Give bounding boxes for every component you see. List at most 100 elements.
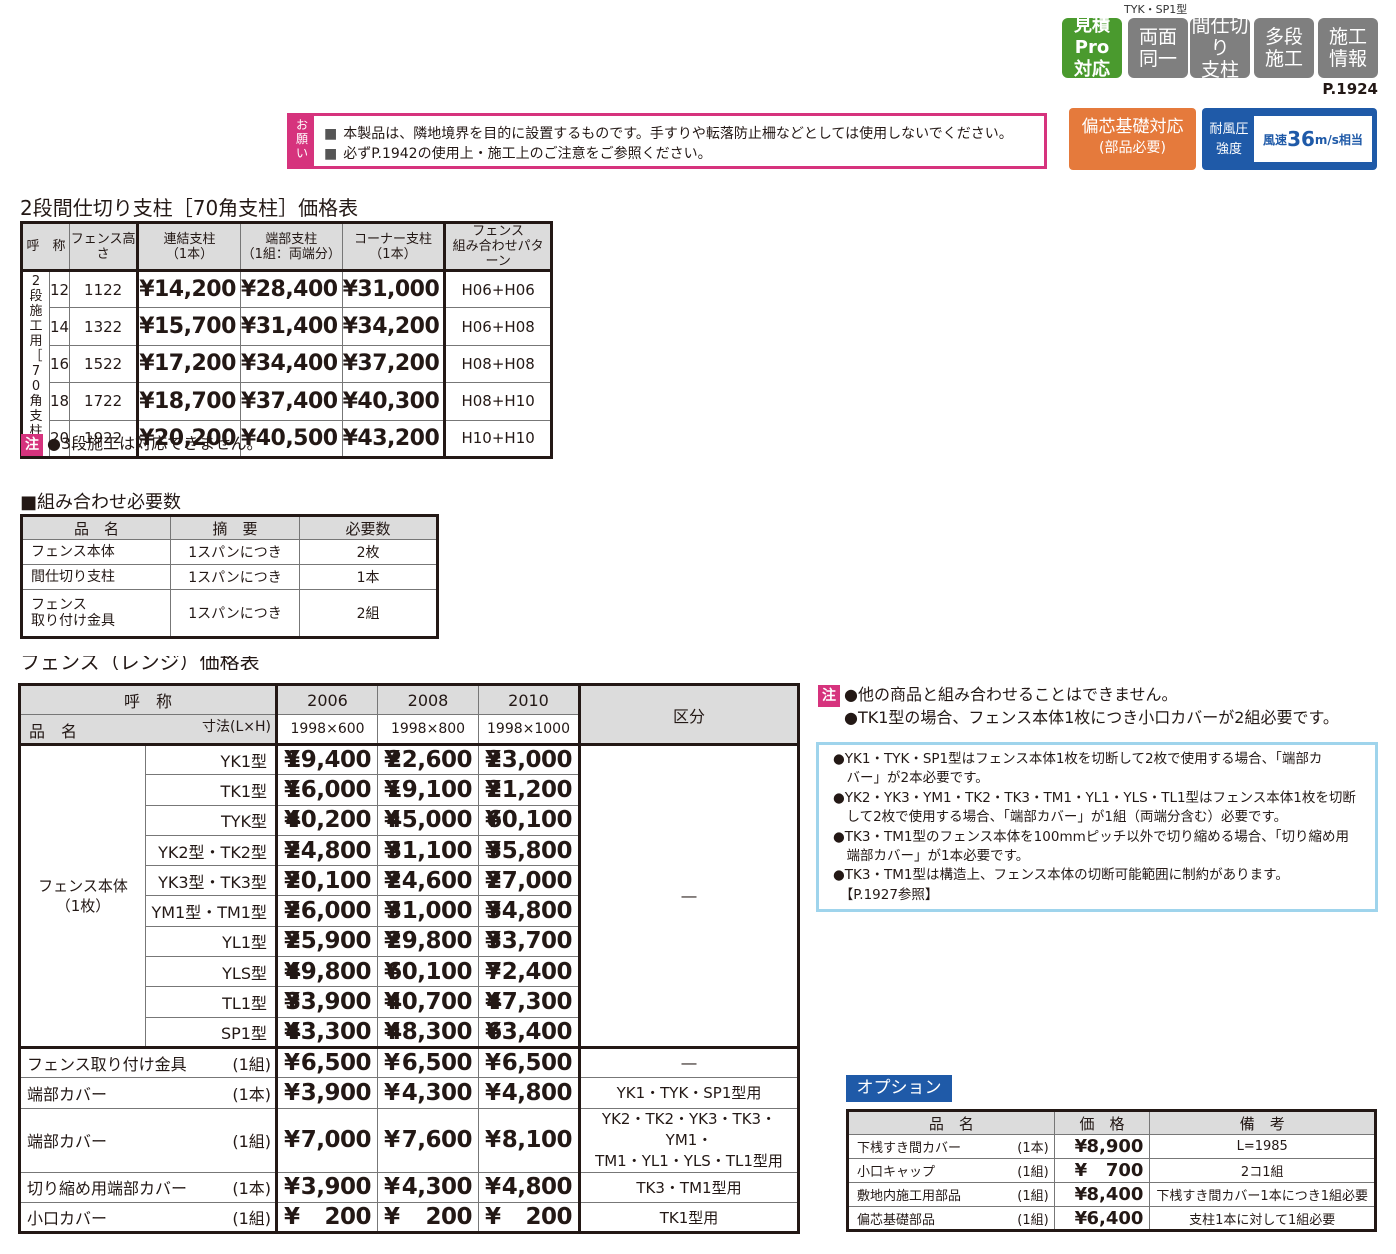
right-note-1: 注 ●他の商品と組み合わせることはできません。 bbox=[818, 684, 1339, 707]
fence-price-table: 呼 称 2006 2008 2010 区分 寸法(L×H) 品 名 1998×600 1998×… bbox=[18, 683, 800, 1235]
price-cell: ¥19,400 bbox=[276, 743, 378, 776]
feature-badge: 見積Pro 対応 bbox=[1062, 15, 1122, 80]
table-row: フェンス 取り付け金具 1スパンにつき 2組 bbox=[21, 589, 438, 638]
info-line: ●TK3・TM1型のフェンス本体を100mmピッチ以外で切り縮める場合、「切り縮… bbox=[833, 828, 1349, 845]
accessory-name: 切り縮め用端部カバー (1本) bbox=[21, 1175, 275, 1199]
yen-sign: ¥ bbox=[1074, 1160, 1088, 1181]
table-row: フェンス取り付け金具 (1組) ¥6,500 ¥6,500 ¥6,500 ― bbox=[19, 1046, 799, 1079]
yen-sign: ¥ bbox=[485, 1050, 501, 1077]
info-line: ●YK2・YK3・YM1・TK2・TK3・TM1・YL1・YLS・TL1型はフェ… bbox=[833, 789, 1356, 806]
yen-sign: ¥ bbox=[485, 1079, 501, 1106]
combo-qty-cell: 1本 bbox=[299, 564, 438, 590]
feature-badge: 間仕切り 支柱 bbox=[1190, 15, 1250, 81]
offset-badge-title: 偏芯基礎対応 bbox=[1081, 117, 1184, 137]
model-cell: TK1型 bbox=[145, 774, 278, 806]
option-price-cell: ¥8,400 bbox=[1053, 1182, 1151, 1207]
price-value: 6,500 bbox=[300, 1050, 372, 1077]
accessory-name-cell: 切り縮め用端部カバー (1本) bbox=[19, 1171, 278, 1203]
size-label: 寸法(L×H) bbox=[202, 719, 271, 735]
accessory-unit: (1組) bbox=[232, 1209, 271, 1228]
option-name-cell: 小口キャップ (1組) bbox=[847, 1158, 1055, 1183]
table-row: 端部カバー (1本) ¥3,900 ¥4,300 ¥4,800 YK1・TYK・SP1型用 bbox=[19, 1077, 799, 1109]
offset-badge-sub: (部品必要) bbox=[1099, 140, 1166, 156]
price-cell: ¥45,000 bbox=[377, 804, 479, 836]
table-row: 2段施工用［70角支柱］121122¥14,200¥28,400¥31,000H… bbox=[21, 269, 552, 458]
yen-sign: ¥ bbox=[485, 1174, 501, 1201]
option-name-cell: 偏芯基礎部品 (1組) bbox=[847, 1206, 1055, 1231]
price-cell: ¥23,000 bbox=[478, 743, 581, 776]
badge-line-2: 情報 bbox=[1328, 48, 1367, 70]
yen-sign: ¥ bbox=[1074, 1184, 1088, 1205]
combo-name-cell: フェンス本体 bbox=[21, 539, 171, 565]
badge-line-1: 施工 bbox=[1328, 26, 1367, 48]
pattern-cell: H08+H08 bbox=[444, 344, 552, 384]
corner-price-cell: ¥40,300 bbox=[341, 382, 447, 421]
info-line: ●TK3・TM1型は構造上、フェンス本体の切断可能範囲に制約があります。 bbox=[833, 867, 1289, 884]
yen-sign: ¥ bbox=[485, 898, 501, 925]
price-cell: ¥43,300 bbox=[276, 1016, 378, 1048]
yen-sign: ¥ bbox=[485, 837, 501, 864]
post-header-cell: フェンス 組み合わせパターン bbox=[444, 222, 552, 271]
option-label: 下桟すき間カバー bbox=[857, 1141, 962, 1156]
height-cell: 1122 bbox=[69, 269, 140, 309]
category-cell: YK2・TK2・YK3・TK3・YM1・ TM1・YL1・YLS・TL1型用 bbox=[579, 1107, 799, 1173]
price-cell: ¥4,300 bbox=[377, 1171, 479, 1203]
yen-sign: ¥ bbox=[284, 747, 300, 774]
yen-sign: ¥ bbox=[384, 1204, 400, 1230]
option-price-value: 700 bbox=[1105, 1160, 1144, 1181]
price-cell: ¥26,000 bbox=[276, 895, 378, 927]
yen-sign: ¥ bbox=[485, 867, 501, 894]
accessory-name: 小口カバー (1組) bbox=[21, 1205, 275, 1229]
model-cell: YK2型・TK2型 bbox=[145, 834, 278, 867]
option-unit: (1組) bbox=[1017, 1212, 1049, 1228]
price-cell: ¥49,800 bbox=[276, 956, 378, 988]
yen-sign: ¥ bbox=[284, 1204, 300, 1230]
yen-sign: ¥ bbox=[384, 867, 400, 894]
table-row: 18 1722 ¥18,700 ¥37,400 ¥40,300 H08+H10 bbox=[22, 382, 552, 421]
price-value: 6,500 bbox=[401, 1050, 473, 1077]
option-price-value: 8,900 bbox=[1086, 1136, 1144, 1157]
yen-sign: ¥ bbox=[485, 1127, 501, 1154]
price-cell: ¥60,100 bbox=[478, 804, 581, 836]
wind-prefix: 風速 bbox=[1263, 132, 1288, 147]
yen-sign: ¥ bbox=[284, 1018, 300, 1045]
column-size-header: 1998×600 bbox=[276, 714, 378, 745]
accessory-label: 端部カバー bbox=[27, 1084, 108, 1104]
badge-line-2: 対応 bbox=[1074, 59, 1110, 80]
info-line: 【P.1927参照】 bbox=[833, 886, 939, 903]
accessory-name-cell: フェンス取り付け金具 (1組) bbox=[19, 1046, 278, 1079]
joint-price-cell: ¥17,200 bbox=[137, 344, 241, 384]
post-section-title: 2段間仕切り支柱［70角支柱］価格表 bbox=[20, 196, 359, 220]
yen-sign: ¥ bbox=[485, 1018, 501, 1045]
pattern-cell: H08+H10 bbox=[444, 382, 552, 421]
category-cell: ― bbox=[579, 744, 799, 1048]
name-label: 品 名 bbox=[29, 722, 78, 741]
price-cell: ¥27,000 bbox=[478, 865, 581, 897]
end-price-cell: ¥37,400 bbox=[239, 382, 343, 421]
wind-speed-value: 風速 36 m/s相当 bbox=[1254, 116, 1372, 162]
fence-body-label-1: フェンス本体 bbox=[38, 876, 128, 895]
price-cell: ¥60,100 bbox=[377, 956, 479, 988]
category-cell: YK1・TYK・SP1型用 bbox=[579, 1077, 799, 1109]
price-value: 3,900 bbox=[300, 1079, 372, 1106]
right-notes: 注 ●他の商品と組み合わせることはできません。 ●TK1型の場合、フェンス本体1枚… bbox=[818, 684, 1339, 728]
price-cell: ¥47,300 bbox=[478, 986, 581, 1018]
table-row: 偏芯基礎部品 (1組) ¥6,400 支柱1本に対して1組必要 bbox=[847, 1206, 1376, 1231]
accessory-name-cell: 端部カバー (1本) bbox=[19, 1077, 278, 1109]
model-cell: YM1型・TM1型 bbox=[145, 895, 278, 927]
price-cell: ¥4,300 bbox=[377, 1077, 479, 1109]
wind-label-line-1: 耐風圧 bbox=[1209, 122, 1249, 137]
table-row: 端部カバー (1組) ¥7,000 ¥7,600 ¥8,100 YK2・TK2・YK3・T… bbox=[19, 1107, 799, 1173]
option-name: 下桟すき間カバー (1本) bbox=[849, 1137, 1054, 1156]
column-code-header: 2008 bbox=[377, 684, 479, 715]
badge-line-1: 間仕切り bbox=[1191, 15, 1249, 59]
price-value: 8,100 bbox=[501, 1127, 573, 1154]
accessory-unit: (1組) bbox=[232, 1055, 271, 1075]
feature-badge: 施工 情報 bbox=[1318, 18, 1378, 78]
option-unit: (1組) bbox=[1017, 1165, 1049, 1180]
post-header-cell: コーナー支柱 （1本） bbox=[341, 222, 447, 271]
price-cell: ¥24,600 bbox=[377, 865, 479, 897]
request-line-2: 必ずP.1942の使用上・施工上のご注意をご参照ください。 bbox=[324, 143, 711, 163]
page-reference: P.1924 bbox=[1322, 80, 1378, 98]
price-cell: ¥200 bbox=[478, 1201, 581, 1234]
